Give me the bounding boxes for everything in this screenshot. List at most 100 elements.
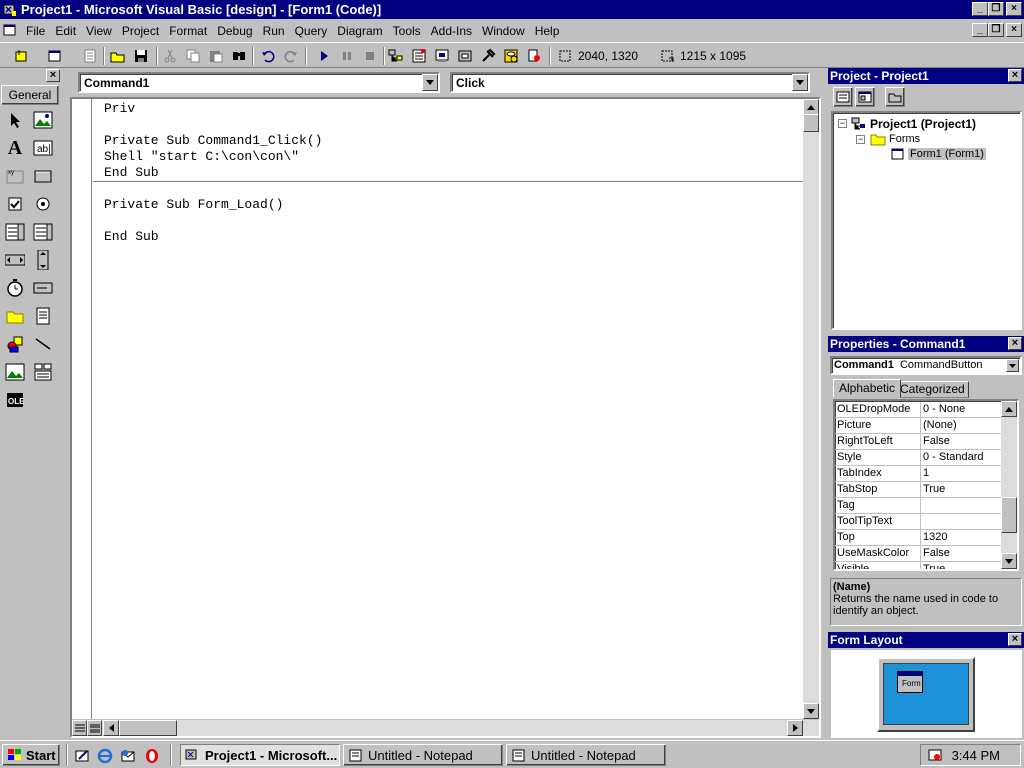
scroll-right-icon[interactable] — [787, 720, 803, 736]
object-browser-icon[interactable] — [455, 46, 475, 66]
hscrollbar-icon[interactable] — [3, 248, 27, 272]
textbox-icon[interactable]: ab| — [31, 136, 55, 160]
tree-collapse-icon[interactable]: − — [856, 135, 865, 144]
menu-add-ins[interactable]: Add-Ins — [426, 24, 477, 38]
procedure-combo-arrow-icon[interactable] — [792, 74, 808, 91]
filelistbox-icon[interactable] — [31, 304, 55, 328]
menu-tools[interactable]: Tools — [388, 24, 426, 38]
task-visual-basic[interactable]: Project1 - Microsoft... — [180, 744, 340, 766]
tab-categorized[interactable]: Categorized — [896, 381, 969, 398]
task-notepad-2[interactable]: Untitled - Notepad — [506, 744, 666, 766]
find-icon[interactable] — [229, 46, 249, 66]
view-code-icon[interactable] — [833, 87, 853, 107]
properties-close-button[interactable]: × — [1008, 337, 1022, 350]
menu-debug[interactable]: Debug — [212, 24, 257, 38]
property-row[interactable]: OLEDropMode 0 - None — [835, 402, 1001, 418]
full-module-view-icon[interactable] — [87, 720, 102, 736]
property-row[interactable]: RightToLeft False — [835, 434, 1001, 450]
menu-help[interactable]: Help — [530, 24, 565, 38]
close-button[interactable]: × — [1006, 2, 1022, 16]
properties-scrollbar[interactable] — [1001, 401, 1017, 569]
code-line[interactable]: Shell "start C:\con\con\" — [104, 149, 299, 164]
code-vertical-scrollbar[interactable] — [803, 99, 819, 719]
tray-scheduler-icon[interactable] — [927, 747, 943, 763]
property-row[interactable]: TabStop True — [835, 482, 1001, 498]
combobox-icon[interactable] — [3, 220, 27, 244]
object-selector[interactable]: Command1 CommandButton — [830, 356, 1022, 375]
toolbox-icon[interactable] — [478, 46, 498, 66]
copy-icon[interactable] — [183, 46, 203, 66]
scroll-left-icon[interactable] — [103, 720, 119, 736]
procedure-view-icon[interactable] — [72, 720, 87, 736]
properties-scroll-thumb[interactable] — [1001, 497, 1017, 533]
vscrollbar-icon[interactable] — [31, 248, 55, 272]
undo-icon[interactable] — [258, 46, 278, 66]
component-manager-icon[interactable] — [524, 46, 544, 66]
checkbox-icon[interactable] — [3, 192, 27, 216]
picturebox-icon[interactable] — [31, 108, 55, 132]
properties-scroll-up-icon[interactable] — [1001, 401, 1017, 417]
scroll-up-icon[interactable] — [803, 99, 819, 115]
minimize-button[interactable]: _ — [972, 2, 988, 16]
break-icon[interactable] — [337, 46, 357, 66]
project-close-button[interactable]: × — [1008, 69, 1022, 82]
toggle-folders-icon[interactable] — [885, 87, 905, 107]
commandbutton-icon[interactable] — [31, 164, 55, 188]
tree-form1-item[interactable]: Form1 (Form1) — [908, 148, 986, 160]
menu-editor-icon[interactable] — [80, 46, 100, 66]
opera-icon[interactable] — [142, 746, 162, 766]
property-row[interactable]: Top 1320 — [835, 530, 1001, 546]
ole-icon[interactable]: OLE — [3, 388, 27, 412]
menu-project[interactable]: Project — [117, 24, 164, 38]
project-explorer-icon[interactable] — [386, 46, 406, 66]
child-close-button[interactable]: × — [1006, 23, 1022, 37]
property-row[interactable]: ToolTipText — [835, 514, 1001, 530]
scroll-down-icon[interactable] — [803, 703, 819, 719]
menu-window[interactable]: Window — [477, 24, 530, 38]
toolbox-close-button[interactable]: × — [46, 69, 60, 82]
object-selector-arrow-icon[interactable] — [1006, 359, 1019, 372]
paste-icon[interactable] — [206, 46, 226, 66]
add-form-icon[interactable] — [45, 46, 65, 66]
menu-view[interactable]: View — [81, 24, 117, 38]
menu-format[interactable]: Format — [164, 24, 212, 38]
code-line[interactable]: Priv — [104, 101, 135, 116]
form-layout-close-button[interactable]: × — [1008, 633, 1022, 646]
data-view-icon[interactable] — [501, 46, 521, 66]
outlook-express-icon[interactable] — [118, 746, 138, 766]
toolbox-general-tab[interactable]: General — [1, 85, 59, 105]
redo-icon[interactable] — [281, 46, 301, 66]
code-line[interactable]: End Sub — [104, 165, 159, 180]
menu-query[interactable]: Query — [290, 24, 333, 38]
image-icon[interactable] — [3, 360, 27, 384]
procedure-combo[interactable]: Click — [450, 72, 810, 93]
start-icon[interactable] — [314, 46, 334, 66]
label-icon[interactable]: A — [3, 136, 27, 160]
line-icon[interactable] — [31, 332, 55, 356]
properties-window-icon[interactable] — [409, 46, 429, 66]
property-row[interactable]: Picture (None) — [835, 418, 1001, 434]
menu-file[interactable]: File — [21, 24, 50, 38]
property-row[interactable]: UseMaskColor False — [835, 546, 1001, 562]
internet-explorer-icon[interactable] — [95, 746, 115, 766]
show-desktop-icon[interactable] — [73, 746, 93, 766]
shape-icon[interactable] — [3, 332, 27, 356]
vb-app-icon[interactable] — [2, 2, 18, 18]
data-icon[interactable] — [31, 360, 55, 384]
code-margin[interactable] — [72, 99, 92, 719]
code-line[interactable]: Private Sub Command1_Click() — [104, 133, 322, 148]
properties-scroll-down-icon[interactable] — [1001, 553, 1017, 569]
code-line[interactable]: Private Sub Form_Load() — [104, 197, 283, 212]
pointer-icon[interactable] — [3, 108, 27, 132]
optionbutton-icon[interactable] — [31, 192, 55, 216]
scroll-thumb[interactable] — [803, 114, 819, 132]
child-minimize-button[interactable]: _ — [972, 23, 988, 37]
start-button[interactable]: Start — [2, 744, 60, 766]
frame-icon[interactable]: xy — [3, 164, 27, 188]
property-row[interactable]: Style 0 - Standard — [835, 450, 1001, 466]
timer-icon[interactable] — [3, 276, 27, 300]
dirlistbox-icon[interactable] — [3, 304, 27, 328]
menu-run[interactable]: Run — [258, 24, 290, 38]
hscroll-thumb[interactable] — [119, 720, 177, 736]
tree-project-root[interactable]: Project1 (Project1) — [870, 117, 976, 131]
